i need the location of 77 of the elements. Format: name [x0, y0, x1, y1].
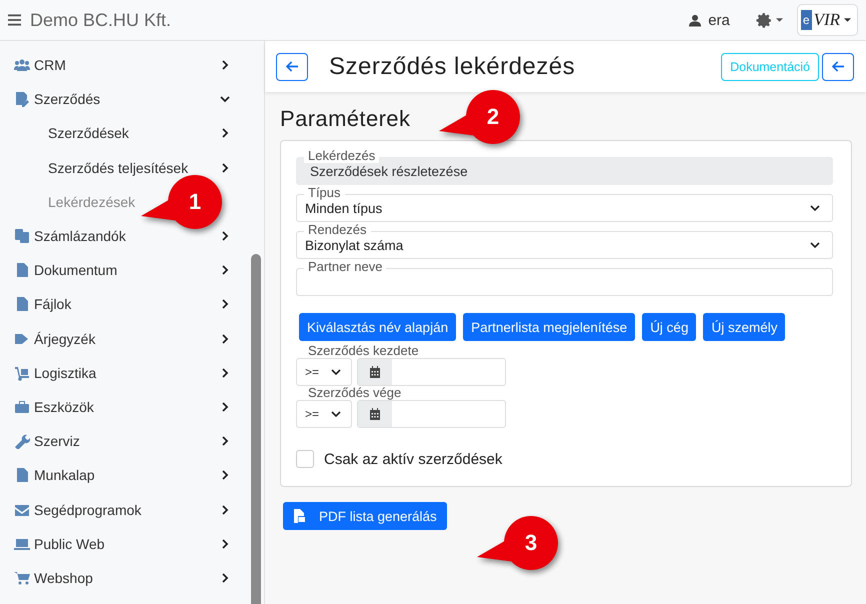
chevron-right-icon: [220, 265, 230, 276]
settings-icon: [756, 12, 773, 28]
scrollbar-thumb[interactable]: [251, 254, 261, 604]
file-icon: [14, 467, 30, 484]
wrench-icon: [14, 433, 30, 450]
chevron-right-icon: [220, 299, 230, 310]
partner-action-button[interactable]: Partnerlista megjelenítése: [463, 313, 636, 341]
page-title: Szerződés lekérdezés: [329, 52, 576, 80]
chevron-down-icon: [331, 367, 341, 377]
chevron-right-icon: [220, 231, 230, 242]
sidebar-item[interactable]: Fájlok: [0, 287, 250, 322]
chevron-right-icon: [220, 504, 230, 515]
chevron-right-icon: [220, 572, 230, 583]
chevron-right-icon: [220, 538, 230, 549]
sidebar-item[interactable]: Munkalap: [0, 458, 250, 492]
logo-letter: e: [800, 10, 812, 30]
partner-action-button[interactable]: Új személy: [703, 313, 786, 341]
chevron-right-icon: [220, 368, 230, 378]
dolly-icon: [14, 364, 30, 381]
chevron-down-icon: [810, 240, 820, 250]
caret-icon: [844, 18, 851, 22]
sidebar-item[interactable]: Eszközök: [0, 390, 250, 424]
callout-number: 2: [486, 105, 500, 129]
user-icon: [689, 14, 702, 26]
logo-text: VIR: [814, 10, 840, 30]
company-name: Demo BC.HU Kft.: [30, 10, 172, 30]
pdf-file-icon: [293, 509, 305, 523]
chevron-right-icon: [220, 402, 230, 412]
toolbox-icon: [14, 398, 30, 415]
chevron-right-icon: [220, 334, 230, 344]
callout-number: 3: [524, 531, 538, 555]
sidebar-item[interactable]: Webshop: [0, 560, 250, 595]
chevron-down-icon: [810, 203, 820, 213]
chevron-right-icon: [220, 470, 230, 480]
pdf-button[interactable]: PDF lista generálás: [283, 502, 447, 530]
sidebar-subitem[interactable]: Szerződések: [48, 125, 134, 142]
operator-select[interactable]: >=: [296, 358, 352, 386]
partner-action-button[interactable]: Új cég: [642, 313, 696, 341]
sidebar-item[interactable]: Public Web: [0, 526, 250, 561]
sidebar-item[interactable]: Dokumentum: [0, 253, 250, 288]
date-field[interactable]: [357, 400, 506, 428]
section-title: Paraméterek: [280, 106, 410, 132]
arrow-left-icon: [286, 61, 298, 72]
calendar-icon: [369, 366, 381, 378]
user-menu[interactable]: era: [689, 12, 730, 28]
sidebar-item[interactable]: Logisztika: [0, 356, 250, 390]
sidebar-item[interactable]: Segédprogramok: [0, 492, 250, 527]
back-button[interactable]: [276, 52, 308, 80]
sidebar-item[interactable]: Szerződés: [0, 82, 250, 116]
arrow-left-icon: [832, 61, 844, 72]
operator-select[interactable]: >=: [296, 400, 352, 428]
chevron-right-icon: [220, 60, 230, 70]
checkbox-label: Csak az aktív szerződések: [324, 450, 502, 468]
field-label: Partner neve: [304, 260, 386, 274]
chevron-down-icon: [331, 409, 341, 419]
checkbox[interactable]: [296, 450, 314, 468]
back-button[interactable]: [822, 52, 854, 80]
menu-icon[interactable]: [8, 14, 21, 26]
sidebar-item[interactable]: Számlázandók: [0, 218, 250, 254]
users-icon: [14, 57, 30, 74]
field-label: Típus: [304, 186, 345, 200]
callout-number: 1: [188, 190, 202, 214]
field-label: Rendezés: [304, 223, 371, 237]
chevron-right-icon: [220, 436, 230, 446]
caret-icon: [776, 18, 783, 22]
partner-action-button[interactable]: Kiválasztás név alapján: [299, 313, 456, 341]
date-field[interactable]: [357, 358, 506, 386]
cart-icon: [14, 570, 30, 586]
sidebar-subitem[interactable]: Szerződés teljesítések: [48, 160, 188, 176]
sidebar-item[interactable]: Árjegyzék: [0, 322, 250, 356]
chevron-down-icon: [220, 94, 230, 104]
sidebar-item[interactable]: Szerviz: [0, 424, 250, 458]
app-switcher[interactable]: e VIR: [796, 4, 858, 36]
sidebar-item[interactable]: CRM: [0, 48, 250, 82]
calendar-icon: [369, 408, 381, 420]
copy-icon: [14, 228, 30, 244]
settings-menu[interactable]: [756, 12, 783, 28]
